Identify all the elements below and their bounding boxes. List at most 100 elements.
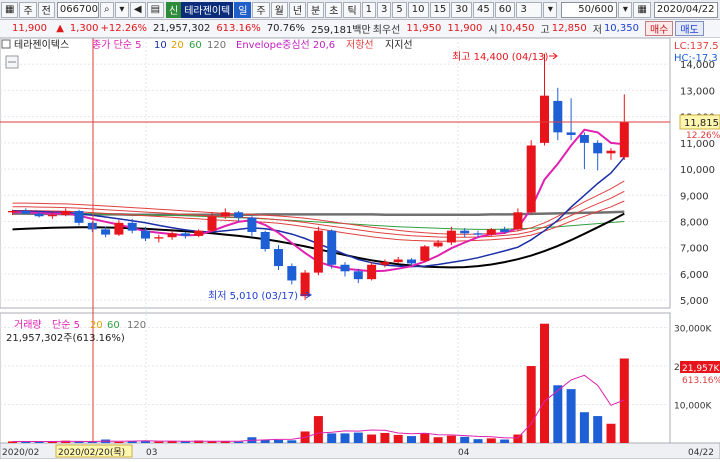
vol-legend-ma-label: 단순 5 [52,319,80,331]
candle-body [127,222,137,231]
open-label: 시 [488,25,498,36]
period-tab-day[interactable]: 일 [234,1,252,18]
legend-resist: 저항선 [346,39,374,51]
toolbar: ▦ 주 전 066700 ⌕ ▾ ◀ ▤ 신 테라젠이텍 일 주 월 년 분 초… [0,0,720,20]
volume-bar [353,432,363,443]
interval-5[interactable]: 5 [392,1,407,18]
candle-body [526,145,536,213]
chart-type-icon[interactable]: ▤ [146,1,165,18]
volume-value: 21,957,302 [153,23,211,34]
candle-body [247,217,257,232]
volume-bar [460,436,470,443]
dropdown-icon[interactable]: ▾ [114,1,129,18]
x-label-april: 04 [458,448,470,458]
prev-button[interactable]: 전 [37,1,55,18]
candle-body [579,134,589,143]
interval-30[interactable]: 30 [451,1,472,18]
stock-chart[interactable]: 테라젠이텍스 종가 단순 5 10 20 60 120 Envelope중심선 … [0,37,720,460]
vol-legend-ma20: 20 [90,320,103,331]
price-change-pct: +12.26% [100,23,148,34]
hc-label: HC:-17.3 [674,53,718,64]
candle-body [167,233,177,238]
grid-menu-icon[interactable]: ▦ [1,1,19,18]
interval-3[interactable]: 3 [377,1,392,18]
candle-body [407,259,416,264]
candle-body [234,212,244,218]
volume-bar [407,436,416,443]
sell-button[interactable]: 매도 [675,21,704,36]
period-tab-minute[interactable]: 분 [307,1,325,18]
volume-bar [513,434,523,443]
period-tab-second[interactable]: 초 [325,1,343,18]
calendar-icon[interactable]: ▦ [633,1,651,18]
candle-body [553,100,563,133]
legend-ma20: 20 [171,40,184,51]
vol-legend-ma120: 120 [127,320,146,331]
candle-body [180,233,190,236]
counter-dropdown-icon[interactable]: ▾ [618,1,633,18]
data-counter[interactable]: 50/600 [561,1,618,18]
candle-body [313,230,323,273]
volume-bar [553,385,563,443]
candle-body [393,259,403,263]
volume-bar [540,323,549,443]
high-value: 12,850 [551,23,587,34]
candle-body [619,121,629,158]
candle-body [207,216,217,231]
candle-body [74,211,84,223]
volume-bar [606,423,616,443]
vol-legend-ma60: 60 [107,320,120,331]
volume-bar [433,437,443,443]
candle-body [8,211,17,213]
price-tick-label: 13,000 [680,86,715,97]
interval-select[interactable]: 3 [516,1,543,18]
volume-bar [340,433,350,443]
current-price: 11,900 ▲ [6,23,64,34]
x-label-end: 04/22 [688,448,714,458]
candle-body [353,271,363,280]
period-tab-tick[interactable]: 틱 [343,1,361,18]
period-tab-week[interactable]: 주 [252,1,270,18]
price-tick-label: 8,000 [680,217,709,228]
legend-ma120: 120 [207,40,226,51]
price-tick-label: 10,000 [680,165,715,176]
candle-body [380,262,390,265]
chart-area[interactable]: 테라젠이텍스 종가 단순 5 10 20 60 120 Envelope중심선 … [0,37,720,460]
stock-code-input[interactable]: 066700 [56,1,99,18]
low-annotation: 최저 5,010 (03/17) [208,290,298,302]
quote-bar: 11,900 ▲ 1,300 +12.26% 21,957,302 613.16… [0,20,720,38]
legend-toggle-icon[interactable] [1,39,11,49]
low-value: 10,350 [603,23,639,34]
vol-legend-name: 거래량 [14,319,42,331]
buy-button[interactable]: 매수 [644,21,674,36]
candle-body [47,214,57,217]
best-ask-label: 최우선 [372,25,401,36]
trade-amount: 259,181백만 [310,25,371,36]
interval-45[interactable]: 45 [472,1,494,18]
volume-bar [87,441,97,443]
date-field[interactable]: 2020/04/22 [653,1,718,18]
candle-body [34,213,44,217]
volume-bar [486,438,496,443]
candle-body [606,150,616,154]
interval-1[interactable]: 1 [361,1,377,18]
interval-60[interactable]: 60 [494,1,516,18]
market-mode-button[interactable]: 주 [19,1,37,18]
current-price-value: 11,900 [12,23,47,34]
volume-bar [380,432,390,443]
period-tab-month[interactable]: 월 [270,1,288,18]
volume-bar [393,434,403,443]
interval-dropdown-icon[interactable]: ▾ [543,1,558,18]
period-tab-year[interactable]: 년 [288,1,307,18]
interval-10[interactable]: 10 [407,1,429,18]
up-arrow-icon: ▲ [56,23,64,34]
candle-body [101,229,111,235]
current-pct-tag: 12.26% [686,131,720,141]
speaker-icon[interactable]: ◀ [129,1,146,18]
volume-pct: 613.16% [216,23,261,34]
interval-15[interactable]: 15 [429,1,451,18]
legend-ma-label: 종가 단순 5 [92,39,142,51]
volume-bar [154,441,164,443]
legend-support: 지지선 [385,39,413,51]
search-icon[interactable]: ⌕ [99,1,114,18]
